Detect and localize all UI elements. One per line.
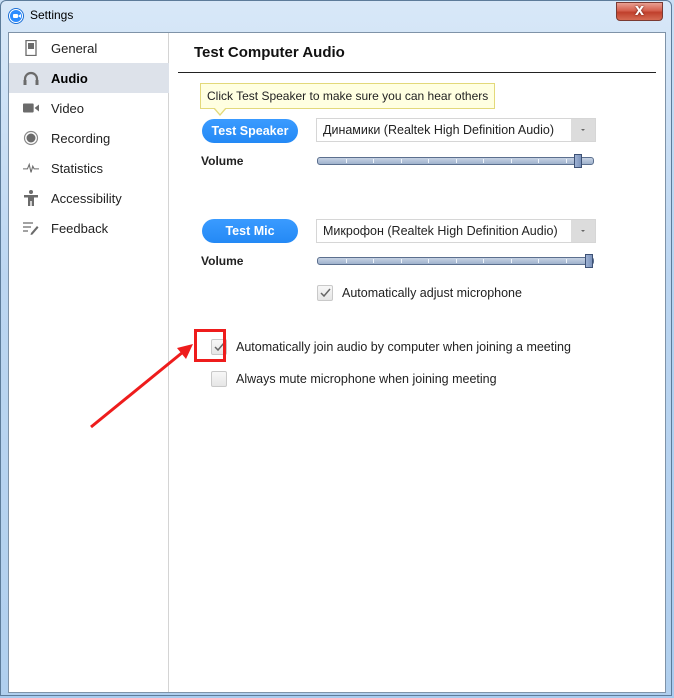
auto-adjust-mic-label: Automatically adjust microphone bbox=[342, 286, 522, 300]
slider-tick bbox=[511, 159, 512, 163]
slider-tick bbox=[428, 259, 429, 263]
test-mic-button[interactable]: Test Mic bbox=[202, 219, 298, 243]
sidebar-item-label: General bbox=[51, 40, 98, 56]
slider-tick bbox=[456, 159, 457, 163]
speaker-device-value: Динамики (Realtek High Definition Audio) bbox=[323, 123, 555, 137]
mic-volume-thumb[interactable] bbox=[585, 254, 593, 268]
slider-tick bbox=[346, 159, 347, 163]
sidebar-item-label: Statistics bbox=[51, 160, 104, 176]
sidebar-item-video[interactable]: Video bbox=[9, 93, 169, 123]
slider-tick bbox=[483, 159, 484, 163]
test-speaker-button[interactable]: Test Speaker bbox=[202, 119, 298, 143]
mute-mic-on-join-checkbox[interactable] bbox=[211, 371, 227, 387]
slider-tick bbox=[373, 259, 374, 263]
sidebar-item-label: Feedback bbox=[51, 220, 109, 236]
slider-tick bbox=[538, 159, 539, 163]
sidebar-item-general[interactable]: General bbox=[9, 33, 169, 63]
sidebar-item-feedback[interactable]: Feedback bbox=[9, 213, 169, 243]
checkmark-icon bbox=[320, 288, 331, 298]
title-divider bbox=[178, 72, 656, 73]
video-camera-icon bbox=[23, 100, 39, 116]
general-icon bbox=[23, 40, 39, 56]
auto-join-audio-label: Automatically join audio by computer whe… bbox=[236, 340, 571, 354]
sidebar-item-label: Recording bbox=[51, 130, 111, 146]
zoom-app-icon bbox=[9, 9, 23, 23]
slider-tick bbox=[401, 159, 402, 163]
chevron-down-icon[interactable] bbox=[571, 220, 595, 242]
mute-mic-on-join-label: Always mute microphone when joining meet… bbox=[236, 372, 497, 386]
speaker-volume-slider[interactable] bbox=[317, 154, 594, 168]
speaker-volume-thumb[interactable] bbox=[574, 154, 582, 168]
close-button[interactable]: X bbox=[616, 2, 663, 21]
mic-volume-slider[interactable] bbox=[317, 254, 594, 268]
speaker-volume-label: Volume bbox=[201, 154, 244, 168]
sidebar-item-statistics[interactable]: Statistics bbox=[9, 153, 169, 183]
slider-tick bbox=[483, 259, 484, 263]
sidebar-item-label: Accessibility bbox=[51, 190, 122, 206]
sidebar-item-accessibility[interactable]: Accessibility bbox=[9, 183, 169, 213]
slider-tick bbox=[566, 159, 567, 163]
pulse-icon bbox=[23, 160, 39, 176]
headphones-icon bbox=[23, 70, 39, 86]
section-title: Test Computer Audio bbox=[194, 44, 345, 61]
chevron-down-icon[interactable] bbox=[571, 119, 595, 141]
title-bar[interactable]: Settings X bbox=[1, 1, 671, 31]
feedback-icon bbox=[23, 220, 39, 236]
slider-tick bbox=[566, 259, 567, 263]
mic-device-value: Микрофон (Realtek High Definition Audio) bbox=[323, 224, 558, 238]
slider-tick bbox=[538, 259, 539, 263]
slider-tick bbox=[373, 159, 374, 163]
sidebar-item-audio[interactable]: Audio bbox=[9, 63, 169, 93]
sidebar-item-label: Audio bbox=[51, 70, 88, 86]
annotation-arrow-icon bbox=[90, 344, 193, 429]
window-title: Settings bbox=[30, 8, 74, 22]
slider-tick bbox=[511, 259, 512, 263]
audio-settings-panel: Test Computer Audio Click Test Speaker t… bbox=[170, 33, 666, 692]
auto-adjust-mic-checkbox[interactable] bbox=[317, 285, 333, 301]
slider-tick bbox=[346, 259, 347, 263]
sidebar-item-label: Video bbox=[51, 100, 85, 116]
slider-tick bbox=[401, 259, 402, 263]
test-speaker-tooltip: Click Test Speaker to make sure you can … bbox=[200, 83, 496, 109]
slider-tick bbox=[456, 259, 457, 263]
mic-volume-label: Volume bbox=[201, 254, 244, 268]
accessibility-icon bbox=[23, 190, 39, 206]
tooltip-pointer bbox=[213, 107, 227, 116]
mic-device-select[interactable]: Микрофон (Realtek High Definition Audio) bbox=[316, 219, 596, 243]
slider-tick bbox=[428, 159, 429, 163]
speaker-device-select[interactable]: Динамики (Realtek High Definition Audio) bbox=[316, 118, 596, 142]
sidebar-item-recording[interactable]: Recording bbox=[9, 123, 169, 153]
record-icon bbox=[23, 130, 39, 146]
